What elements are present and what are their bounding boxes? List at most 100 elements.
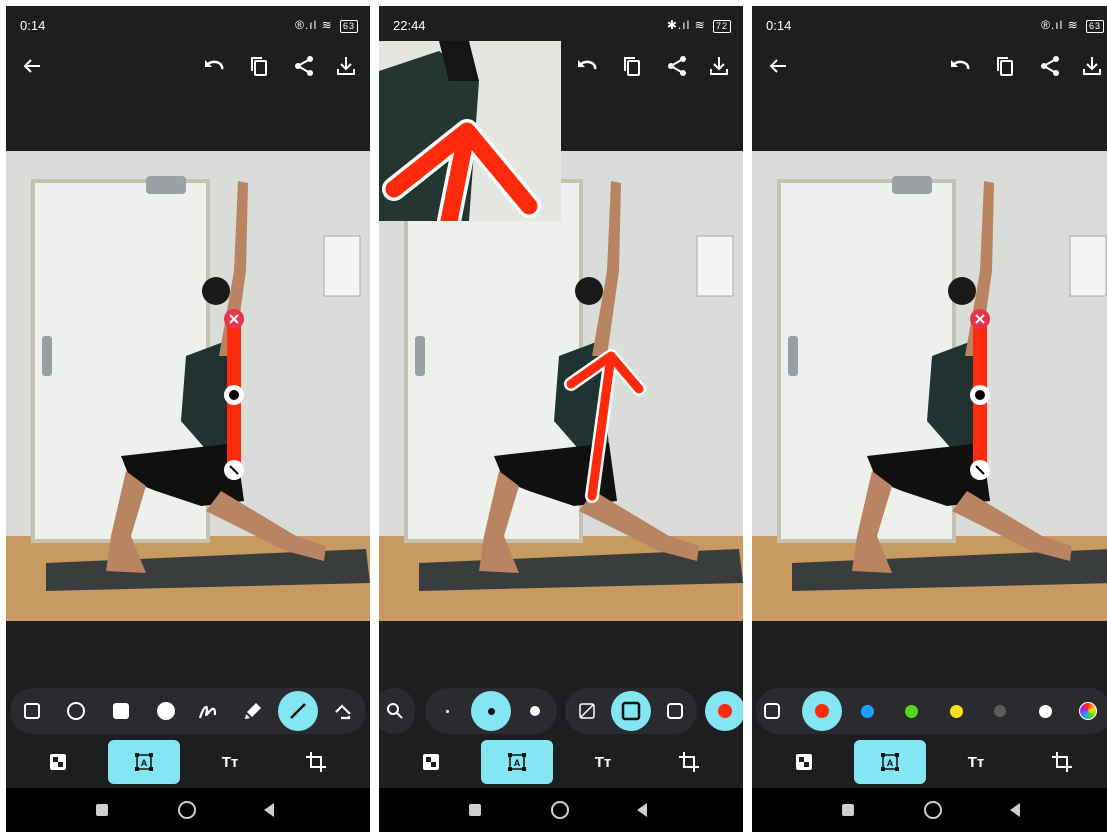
download-icon[interactable]: [334, 54, 358, 78]
select-icon: A: [881, 753, 899, 771]
no-border-icon: [579, 703, 595, 719]
color-white[interactable]: [1025, 691, 1065, 731]
status-icons: ®.ıl ≋ 63: [295, 18, 358, 33]
blue-dot: [860, 704, 874, 718]
top-toolbar: [752, 44, 1107, 90]
stroke-tool-row: [379, 688, 743, 734]
status-time: 0:14: [20, 18, 46, 33]
back-button[interactable]: [635, 802, 649, 818]
tab-annotate[interactable]: A: [854, 740, 926, 784]
home-button[interactable]: [551, 801, 569, 819]
white-dot: [1038, 704, 1052, 718]
photo-canvas[interactable]: [6, 151, 370, 621]
bottom-tabs: A Tт: [6, 736, 370, 788]
highlighter-tool[interactable]: [233, 691, 273, 731]
filled-square-icon: [113, 703, 129, 719]
tab-crop[interactable]: [280, 740, 352, 784]
share-icon[interactable]: [292, 54, 316, 78]
battery-level: 63: [1085, 20, 1104, 33]
thin-dot: [445, 709, 449, 713]
color-blue[interactable]: [847, 691, 887, 731]
medium-dot: [487, 707, 495, 715]
line-tool[interactable]: [278, 691, 318, 731]
border-style-tool[interactable]: [611, 691, 651, 731]
stroke-thin[interactable]: [427, 691, 467, 731]
color-red[interactable]: [802, 691, 842, 731]
green-dot: [904, 704, 918, 718]
color-yellow[interactable]: [936, 691, 976, 731]
filled-rectangle-tool[interactable]: [101, 691, 141, 731]
border-style-tool[interactable]: [752, 691, 792, 731]
home-button[interactable]: [178, 801, 196, 819]
home-button[interactable]: [924, 801, 942, 819]
color-tool[interactable]: [705, 691, 743, 731]
tab-crop[interactable]: [653, 740, 725, 784]
recents-button[interactable]: [842, 804, 854, 816]
line-annotation[interactable]: [6, 151, 370, 621]
system-nav: [379, 788, 743, 832]
line-annotation[interactable]: [752, 151, 1107, 621]
mosaic-icon: [796, 754, 812, 770]
stroke-medium[interactable]: [471, 691, 511, 731]
back-arrow-icon[interactable]: [20, 54, 44, 78]
copy-icon[interactable]: [993, 54, 1017, 78]
status-icons: ✱.ıl ≋ 72: [667, 18, 731, 33]
battery-level: 63: [339, 20, 358, 33]
rectangle-tool[interactable]: [12, 691, 52, 731]
copy-icon[interactable]: [247, 54, 271, 78]
photo-canvas[interactable]: [752, 151, 1107, 621]
svg-text:A: A: [514, 758, 521, 768]
stroke-thick[interactable]: [515, 691, 555, 731]
top-toolbar: [6, 44, 370, 90]
battery-level: 72: [712, 20, 731, 33]
tab-mosaic[interactable]: [395, 740, 467, 784]
share-icon[interactable]: [1038, 54, 1062, 78]
download-icon[interactable]: [1080, 54, 1104, 78]
status-time: 22:44: [393, 18, 426, 33]
back-button[interactable]: [1008, 802, 1022, 818]
status-bar: 0:14 ®.ıl ≋ 63: [752, 6, 1107, 44]
download-icon[interactable]: [707, 54, 731, 78]
crop-icon: [1052, 752, 1072, 772]
no-border-tool[interactable]: [567, 691, 607, 731]
tab-annotate[interactable]: A: [481, 740, 553, 784]
color-picker[interactable]: [1068, 691, 1107, 731]
undo-icon[interactable]: [575, 54, 599, 78]
circle-tool[interactable]: [56, 691, 96, 731]
crop-icon: [306, 752, 326, 772]
share-icon[interactable]: [665, 54, 689, 78]
tab-mosaic[interactable]: [22, 740, 94, 784]
red-dot: [815, 704, 829, 718]
tab-mosaic[interactable]: [768, 740, 840, 784]
color-green[interactable]: [891, 691, 931, 731]
color-tool-row: [752, 688, 1107, 734]
recents-button[interactable]: [469, 804, 481, 816]
tab-crop[interactable]: [1026, 740, 1098, 784]
recents-button[interactable]: [96, 804, 108, 816]
back-button[interactable]: [262, 802, 276, 818]
system-nav: [752, 788, 1107, 832]
plain-border-tool[interactable]: [655, 691, 695, 731]
color-wheel-icon: [1079, 702, 1097, 720]
tab-annotate[interactable]: A: [108, 740, 180, 784]
undo-icon[interactable]: [948, 54, 972, 78]
color-gray[interactable]: [980, 691, 1020, 731]
back-arrow-icon[interactable]: [766, 54, 790, 78]
tab-text[interactable]: Tт: [567, 740, 639, 784]
yellow-dot: [949, 704, 963, 718]
filled-circle-icon: [157, 702, 175, 720]
freehand-tool[interactable]: [188, 691, 228, 731]
magnifier-image: [379, 41, 561, 221]
tab-text[interactable]: Tт: [940, 740, 1012, 784]
filled-circle-tool[interactable]: [146, 691, 186, 731]
photo-canvas[interactable]: [379, 151, 743, 621]
arrow-tool[interactable]: [322, 691, 362, 731]
highlighter-icon: [245, 703, 261, 719]
screen-arrow-stroke: 22:44 ✱.ıl ≋ 72 A Tт: [379, 6, 743, 832]
copy-icon[interactable]: [620, 54, 644, 78]
arrow-annotation[interactable]: [379, 151, 743, 621]
screen-line-tool: 0:14 ®.ıl ≋ 63 A Tт: [6, 6, 370, 832]
undo-icon[interactable]: [202, 54, 226, 78]
mosaic-icon: [423, 754, 439, 770]
tab-text[interactable]: Tт: [194, 740, 266, 784]
